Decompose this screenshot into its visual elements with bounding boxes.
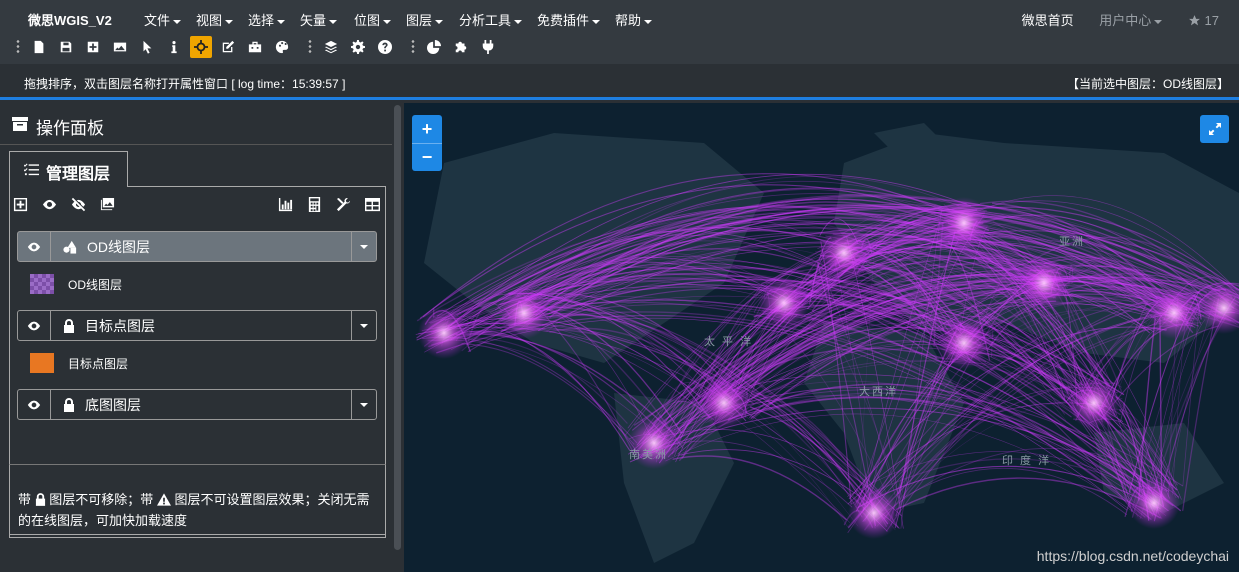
layer-name-button[interactable]: OD线图层: [50, 231, 352, 262]
layer-dropdown-toggle[interactable]: [351, 389, 377, 420]
menu-view[interactable]: 视图: [196, 10, 234, 29]
help-icon[interactable]: [374, 36, 396, 58]
layer-row-target-points[interactable]: 目标点图层: [17, 310, 377, 341]
add-layer-icon[interactable]: [10, 195, 30, 213]
layer-row-od-lines[interactable]: OD线图层: [17, 231, 377, 262]
legend-swatch: [30, 353, 54, 373]
scroll-thumb[interactable]: [394, 105, 401, 550]
show-all-eye-icon[interactable]: [39, 195, 59, 213]
map-label-asia: 亚洲: [1059, 236, 1085, 248]
zoom-out-button[interactable]: −: [412, 143, 442, 171]
eye-icon: [27, 242, 41, 251]
home-link[interactable]: 微思首页: [1022, 13, 1074, 28]
toolbar: [16, 36, 504, 58]
map-label-south-america: 南美洲: [629, 449, 668, 461]
tab-manage-layers[interactable]: 管理图层: [9, 151, 128, 187]
layer-visibility-toggle[interactable]: [17, 389, 51, 420]
puzzle-icon[interactable]: [450, 36, 472, 58]
map-label-pacific: 太 平 洋: [704, 336, 754, 348]
watermark: https://blog.csdn.net/codeychai: [1036, 548, 1229, 564]
toolbar-grip-2[interactable]: [308, 39, 312, 55]
layer-visibility-toggle[interactable]: [17, 231, 51, 262]
layer-note: 带 图层不可移除；带 图层不可设置图层效果；关闭无需的在线图层，可加快加载速度: [9, 464, 386, 535]
menu-raster[interactable]: 位图: [354, 10, 392, 29]
map-label-africa: 大西洋: [859, 386, 898, 398]
operation-panel: 操作面板 管理图层 OD线图层 OD线图层 目标点图层 目标点图层 底图图层 带…: [0, 103, 392, 572]
layer-name-button[interactable]: 底图图层: [50, 389, 352, 420]
layers-icon[interactable]: [320, 36, 342, 58]
calculator-icon[interactable]: [304, 195, 324, 213]
layer-visibility-toggle[interactable]: [17, 310, 51, 341]
toolbox-icon[interactable]: [244, 36, 266, 58]
layer-dropdown-toggle[interactable]: [351, 231, 377, 262]
layer-name-button[interactable]: 目标点图层: [50, 310, 352, 341]
expand-icon: [1208, 123, 1221, 135]
toolbar-grip-3[interactable]: [411, 39, 415, 55]
pie-chart-icon[interactable]: [423, 36, 445, 58]
star-icon: [1188, 15, 1200, 26]
add-icon[interactable]: [82, 36, 104, 58]
od-flow-map: [415, 123, 1239, 563]
lock-icon: [64, 397, 74, 412]
menu-layer[interactable]: 图层: [406, 10, 444, 29]
warning-icon: [156, 493, 171, 506]
shapes-icon: [63, 240, 77, 254]
current-layer-indicator: 【当前选中图层：OD线图层】: [1066, 77, 1229, 91]
palette-icon[interactable]: [271, 36, 293, 58]
save-icon[interactable]: [55, 36, 77, 58]
layer-row-basemap[interactable]: 底图图层: [17, 389, 377, 420]
legend-swatch: [30, 274, 54, 294]
pointer-icon[interactable]: [136, 36, 158, 58]
list-check-icon: [24, 163, 39, 176]
map-label-indian-ocean: 印 度 洋: [1002, 455, 1052, 467]
menu-vector[interactable]: 矢量: [300, 10, 338, 29]
menu-free-plugins[interactable]: 免费插件: [537, 10, 601, 29]
brand-title[interactable]: 微思WGIS_V2: [28, 10, 112, 29]
info-icon[interactable]: [163, 36, 185, 58]
gear-icon[interactable]: [347, 36, 369, 58]
bar-chart-icon[interactable]: [275, 195, 295, 213]
menu-file[interactable]: 文件: [144, 10, 182, 29]
user-center-menu[interactable]: 用户中心: [1099, 13, 1163, 28]
eye-icon: [27, 321, 41, 330]
layer-legend-od-lines: OD线图层: [30, 274, 122, 294]
edit-icon[interactable]: [217, 36, 239, 58]
menu-help[interactable]: 帮助: [615, 10, 653, 29]
eye-icon: [27, 400, 41, 409]
fullscreen-button[interactable]: [1200, 115, 1229, 143]
menu-select[interactable]: 选择: [248, 10, 286, 29]
images-icon[interactable]: [97, 195, 117, 213]
new-file-icon[interactable]: [28, 36, 50, 58]
lock-icon: [35, 493, 45, 506]
table-icon[interactable]: [362, 195, 382, 213]
layer-legend-target-points: 目标点图层: [30, 353, 128, 373]
archive-icon: [12, 117, 28, 131]
status-bar: 拖拽排序，双击图层名称打开属性窗口 [ log time：15:39:57 ] …: [0, 64, 1239, 100]
tools-icon[interactable]: [333, 195, 353, 213]
toolbar-grip[interactable]: [16, 39, 20, 55]
panel-scrollbar[interactable]: [392, 103, 402, 572]
navbar: 微思WGIS_V2 文件 视图 选择 矢量 位图 图层 分析工具 免费插件 帮助…: [0, 0, 1239, 64]
menu-analysis-tools[interactable]: 分析工具: [459, 10, 523, 29]
hide-all-eye-slash-icon[interactable]: [68, 195, 88, 213]
image-icon[interactable]: [109, 36, 131, 58]
map-view[interactable]: 太 平 洋 亚洲 大西洋 南美洲 印 度 洋 + − https://blog.…: [404, 103, 1239, 572]
zoom-in-button[interactable]: +: [412, 115, 442, 143]
star-count[interactable]: 17: [1188, 13, 1219, 28]
crosshair-icon[interactable]: [190, 36, 212, 58]
panel-title: 操作面板: [36, 119, 104, 138]
panel-header: 操作面板: [0, 103, 392, 145]
status-hint: 拖拽排序，双击图层名称打开属性窗口 [ log time：15:39:57 ]: [24, 77, 346, 91]
lock-icon: [64, 318, 74, 333]
layer-dropdown-toggle[interactable]: [351, 310, 377, 341]
plug-icon[interactable]: [477, 36, 499, 58]
